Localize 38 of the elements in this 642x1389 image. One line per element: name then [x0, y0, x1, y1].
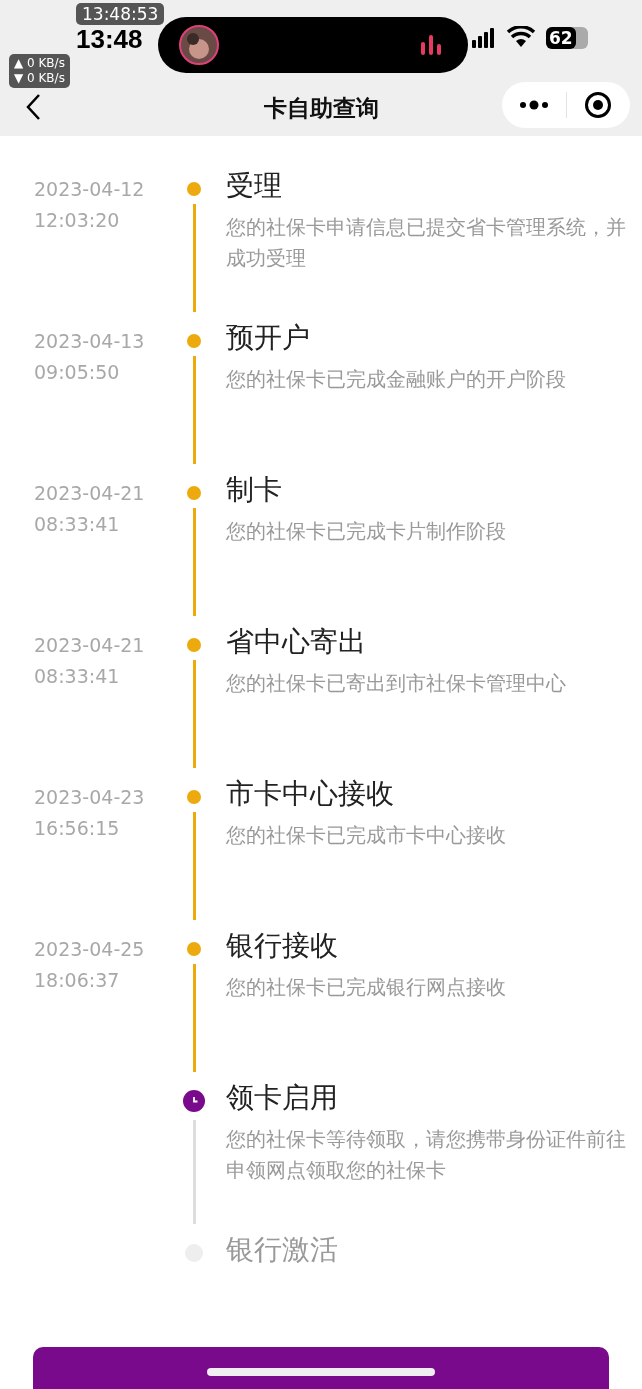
step-date: 2023-04-12	[34, 177, 145, 202]
step-title: 受理	[226, 168, 282, 204]
step-title: 省中心寄出	[226, 624, 366, 660]
step-date: 2023-04-23	[34, 785, 145, 810]
step-description: 您的社保卡等待领取，请您携带身份证件前往申领网点领取您的社保卡	[226, 1127, 627, 1184]
clock-badge: 13:48:53	[76, 3, 165, 25]
step-time: 16:56:15	[34, 816, 120, 841]
upload-speed: ▲ 0 KB/s	[14, 56, 65, 71]
signal-icon	[472, 28, 496, 48]
step-description: 您的社保卡申请信息已提交省卡管理系统，并成功受理	[226, 215, 627, 272]
page-title: 卡自助查询	[263, 93, 379, 123]
audio-bars-icon	[420, 34, 442, 56]
step-title: 预开户	[226, 320, 310, 356]
step-description: 您的社保卡已完成金融账户的开户阶段	[226, 367, 567, 393]
step-description: 您的社保卡已完成市卡中心接收	[226, 823, 507, 849]
step-description: 您的社保卡已完成卡片制作阶段	[226, 519, 507, 545]
step-title: 银行激活	[226, 1232, 338, 1268]
step-date: 2023-04-13	[34, 329, 145, 354]
step-time: 09:05:50	[34, 360, 120, 385]
step-title: 市卡中心接收	[226, 776, 394, 812]
step-time: 08:33:41	[34, 664, 120, 689]
wifi-icon	[506, 26, 536, 48]
download-speed: ▼ 0 KB/s	[14, 71, 65, 86]
step-date: 2023-04-21	[34, 633, 145, 658]
step-title: 银行接收	[226, 928, 338, 964]
step-time: 18:06:37	[34, 968, 120, 993]
step-title: 制卡	[226, 472, 282, 508]
step-time: 08:33:41	[34, 512, 120, 537]
battery-level: 62	[546, 27, 576, 49]
step-title: 领卡启用	[226, 1080, 338, 1116]
more-icon[interactable]	[518, 100, 549, 110]
step-description: 您的社保卡已寄出到市社保卡管理中心	[226, 671, 567, 697]
step-date: 2023-04-21	[34, 481, 145, 506]
step-date: 2023-04-25	[34, 937, 145, 962]
step-description: 您的社保卡已完成银行网点接收	[226, 975, 507, 1001]
status-time: 13:48	[76, 24, 143, 55]
step-time: 12:03:20	[34, 208, 120, 233]
back-icon[interactable]	[25, 93, 41, 121]
